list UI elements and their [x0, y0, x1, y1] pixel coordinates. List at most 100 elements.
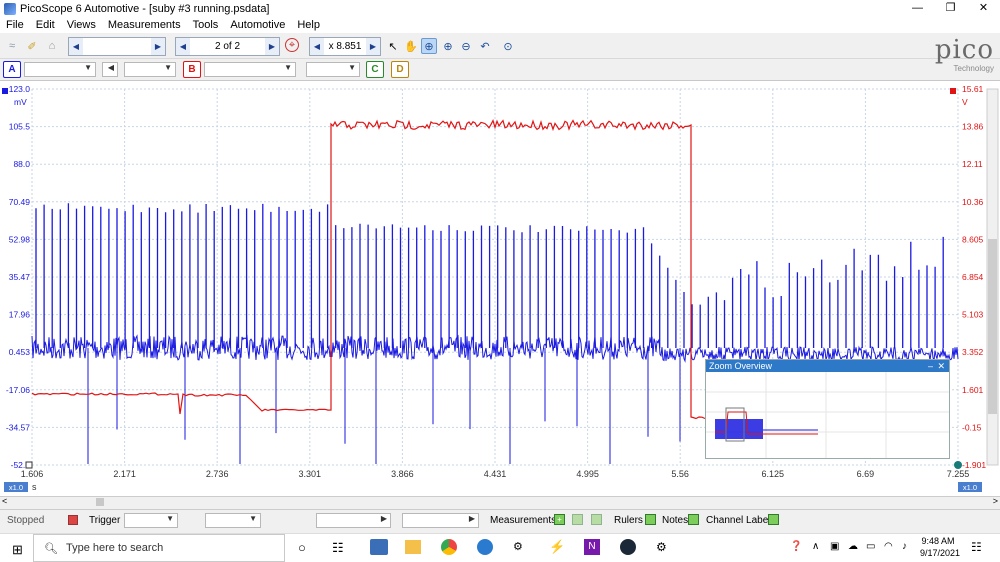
logo-text: pico [934, 35, 994, 65]
cortana-icon[interactable]: ○ [298, 540, 306, 555]
probe-icon[interactable]: ✐ [24, 38, 40, 54]
prev-buffer-icon[interactable]: ◀ [69, 38, 83, 55]
page-indicator: 2 of 2 [214, 41, 241, 52]
wifi-icon[interactable]: ◠ [884, 541, 893, 552]
channel-labels-icon[interactable] [768, 514, 779, 525]
buffer-navigator[interactable]: ◀ ▶ [68, 37, 166, 56]
clock-time[interactable]: 9:48 AM [918, 536, 958, 546]
pointer-icon[interactable]: ↖ [385, 38, 401, 54]
tray-chevron-icon[interactable]: ∧ [812, 541, 819, 552]
right-axis-tick-label: 8.605 [962, 234, 984, 244]
maximize-button[interactable]: ❐ [934, 0, 967, 17]
scroll-right-icon[interactable]: > [993, 496, 998, 506]
zoom-overview-minimize-icon[interactable]: – [928, 360, 933, 372]
channel-a-offset-marker[interactable] [2, 88, 8, 94]
channel-b-range-dropdown[interactable]: ▼ [204, 62, 296, 77]
ruler-handle[interactable] [954, 461, 962, 469]
next-page-icon[interactable]: ▶ [265, 38, 279, 55]
channel-b-button[interactable]: B [183, 61, 201, 78]
zoom-overview-panel[interactable]: Zoom Overview – ✕ [705, 359, 950, 459]
trigger-level-field[interactable]: ▶ [316, 513, 391, 528]
prev-page-icon[interactable]: ◀ [176, 38, 190, 55]
x-axis-tick-label: 4.995 [576, 469, 599, 479]
zoom-overview-close-icon[interactable]: ✕ [937, 360, 945, 372]
home-icon[interactable]: ⌂ [44, 38, 60, 54]
menu-views[interactable]: Views [67, 19, 96, 31]
picoscope-taskbar-icon[interactable] [370, 539, 388, 555]
right-axis-tick-label: 15.61 [962, 84, 984, 94]
channel-a-arrow[interactable]: ◀ [102, 62, 118, 77]
pico-logo: pico Technology [914, 36, 994, 78]
close-button[interactable]: ✕ [967, 0, 1000, 17]
lightning-app-icon[interactable]: ⚡ [549, 539, 565, 555]
add-measurement-icon[interactable]: + [554, 514, 565, 525]
menu-automotive[interactable]: Automotive [230, 19, 285, 31]
left-axis-tick-label: 123.0 [9, 84, 31, 94]
volume-icon[interactable]: ♪ [902, 541, 907, 552]
zoom-out-icon[interactable]: ⊖ [458, 38, 474, 54]
notifications-icon[interactable]: ☷ [971, 540, 982, 554]
onenote-icon[interactable]: N [584, 539, 600, 555]
channel-b-offset-marker[interactable] [950, 88, 956, 94]
zoom-overview-thumbnail[interactable] [706, 372, 949, 458]
menu-tools[interactable]: Tools [193, 19, 219, 31]
delete-measurement-icon[interactable] [591, 514, 602, 525]
scroll-thumb[interactable] [96, 498, 104, 506]
clock-date[interactable]: 9/17/2021 [918, 548, 962, 558]
zoom-select-icon[interactable]: ⊕ [421, 38, 437, 54]
minimize-button[interactable]: — [901, 0, 934, 17]
next-buffer-icon[interactable]: ▶ [151, 38, 165, 55]
menu-edit[interactable]: Edit [36, 19, 55, 31]
channel-a-coupling-dropdown[interactable]: ▼ [124, 62, 176, 77]
trigger-mode-dropdown[interactable]: ▼ [124, 513, 178, 528]
hand-icon[interactable]: ✋ [403, 38, 419, 54]
x-axis-tick-label: 4.431 [484, 469, 507, 479]
app-icon-blue[interactable] [477, 539, 493, 555]
notes-icon[interactable] [688, 514, 699, 525]
file-explorer-icon[interactable] [405, 540, 421, 554]
x-axis-tick-label: 2.736 [206, 469, 229, 479]
channel-a-range-dropdown[interactable]: ▼ [24, 62, 96, 77]
steam-icon[interactable] [620, 539, 636, 555]
chrome-icon[interactable] [441, 539, 457, 555]
app-icon-x64[interactable]: ⚙ [513, 540, 523, 553]
zoom-navigator[interactable]: ◀ x 8.851 ▶ [309, 37, 381, 56]
right-axis-unit: V [962, 97, 968, 107]
tray-app-icon[interactable]: ▣ [830, 541, 839, 552]
menu-help[interactable]: Help [297, 19, 320, 31]
waveform-icon[interactable]: ≈ [4, 38, 20, 54]
zero-marker[interactable] [25, 461, 33, 469]
channel-a-button[interactable]: A [3, 61, 21, 78]
compass-icon[interactable]: ⌖ [285, 38, 299, 52]
left-axis-tick-label: 105.5 [9, 122, 31, 132]
rulers-icon[interactable] [645, 514, 656, 525]
onedrive-icon[interactable]: ☁ [848, 541, 858, 552]
scroll-left-icon[interactable]: < [2, 496, 7, 506]
zoom-in-icon[interactable]: ⊕ [440, 38, 456, 54]
task-view-icon[interactable]: ☷ [332, 540, 344, 556]
channel-b-coupling-dropdown[interactable]: ▼ [306, 62, 360, 77]
trigger-position-field[interactable]: ▶ [402, 513, 479, 528]
help-tray-icon[interactable]: ❓ [790, 541, 802, 552]
channel-a-spikes [35, 203, 944, 348]
menu-bar: File Edit Views Measurements Tools Autom… [0, 17, 1000, 33]
stop-icon[interactable] [68, 515, 78, 525]
left-axis-tick-label: 17.96 [9, 310, 31, 320]
battery-icon[interactable]: ▭ [866, 541, 875, 552]
menu-file[interactable]: File [6, 19, 24, 31]
channel-d-button[interactable]: D [391, 61, 409, 78]
vertical-scroll-thumb[interactable] [988, 239, 997, 414]
page-navigator[interactable]: ◀ 2 of 2 ▶ [175, 37, 280, 56]
zoom-fit-icon[interactable]: ⊙ [500, 38, 516, 54]
network-app-icon[interactable]: ⚙ [656, 540, 667, 554]
undo-zoom-icon[interactable]: ↶ [477, 38, 493, 54]
horizontal-scrollbar[interactable]: < > [0, 496, 1000, 508]
zoom-next-icon[interactable]: ▶ [366, 38, 380, 55]
taskbar-search[interactable]: 🔍︎ Type here to search [33, 534, 285, 562]
windows-start-icon[interactable]: ⊞ [12, 542, 23, 558]
channel-c-button[interactable]: C [366, 61, 384, 78]
zoom-prev-icon[interactable]: ◀ [310, 38, 324, 55]
edit-measurement-icon[interactable] [572, 514, 583, 525]
menu-measurements[interactable]: Measurements [108, 19, 181, 31]
trigger-source-dropdown[interactable]: ▼ [205, 513, 261, 528]
